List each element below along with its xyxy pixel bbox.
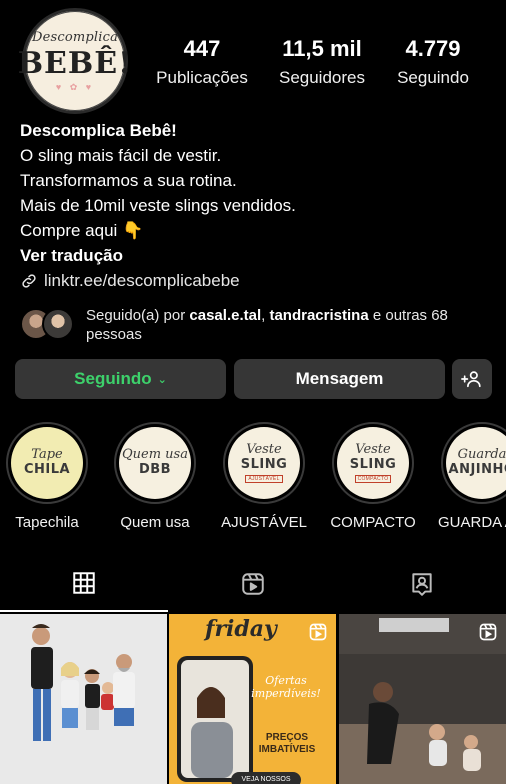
highlight-title: Quem usa xyxy=(120,514,190,531)
posts-grid: friday Ofertas imperdíveis! PREÇOS IMBAT… xyxy=(0,614,506,784)
post-banner-text: friday xyxy=(205,616,277,642)
highlight-guarda-anjinho[interactable]: Guarda ANJINHO GUARDA A xyxy=(438,422,506,531)
following-count: 4.779 xyxy=(405,36,461,61)
highlight-cover-line1: Tape xyxy=(31,447,63,462)
message-button[interactable]: Mensagem xyxy=(234,359,445,399)
stat-following[interactable]: 4.779 Seguindo xyxy=(385,36,481,88)
tab-tagged[interactable] xyxy=(338,556,506,612)
highlight-title: GUARDA A xyxy=(438,514,506,531)
following-button-label: Seguindo xyxy=(74,369,152,388)
highlight-cover-line1: Veste xyxy=(246,442,282,457)
follower-username: tandracristina xyxy=(269,307,369,324)
highlight-cover-line1: Guarda xyxy=(457,447,506,462)
profile-bio: Descomplica Bebê! O sling mais fácil de … xyxy=(20,118,490,293)
highlight-ajustavel[interactable]: Veste SLING AJUSTÁVEL AJUSTÁVEL xyxy=(221,422,307,531)
follower-avatar xyxy=(42,308,74,340)
highlight-cover: Quem usa DBB xyxy=(119,427,191,499)
highlight-ring: Quem usa DBB xyxy=(114,422,196,504)
stat-followers[interactable]: 11,5 mil Seguidores xyxy=(266,36,378,88)
reel-badge-icon xyxy=(479,623,497,641)
following-label: Seguindo xyxy=(397,68,469,87)
followed-by-prefix: Seguido(a) por xyxy=(86,307,190,324)
profile-tabs xyxy=(0,556,506,612)
follower-username: casal.e.tal xyxy=(189,307,262,324)
bio-link-text: linktr.ee/descomplicabebe xyxy=(44,271,240,290)
highlight-cover: Guarda ANJINHO xyxy=(446,427,506,499)
message-button-label: Mensagem xyxy=(295,369,384,388)
reel-badge-icon xyxy=(309,623,327,641)
highlight-cover-line1: Veste xyxy=(355,442,391,457)
chevron-down-icon: ⌄ xyxy=(157,373,167,386)
highlight-ring: Veste SLING COMPACTO xyxy=(332,422,414,504)
post-thumbnail[interactable] xyxy=(0,614,167,784)
posts-count: 447 xyxy=(183,36,221,61)
post-cta: VEJA NOSSOS xyxy=(231,772,301,784)
highlight-tapechila[interactable]: Tape CHILA Tapechila xyxy=(4,422,90,531)
stat-posts[interactable]: 447 Publicações xyxy=(146,36,258,88)
tab-posts-grid[interactable] xyxy=(0,556,168,612)
followed-by[interactable]: Seguido(a) por casal.e.tal, tandracristi… xyxy=(20,306,490,346)
bio-link[interactable]: linktr.ee/descomplicabebe xyxy=(20,268,490,293)
highlight-cover: Tape CHILA xyxy=(11,427,83,499)
avatar-brand-line1: Descomplica xyxy=(31,29,119,45)
bio-line: Compre aqui 👇 xyxy=(20,221,144,240)
highlight-cover-line2: SLING xyxy=(240,457,288,472)
add-user-button[interactable] xyxy=(452,359,492,399)
post-price-text: PREÇOS IMBATÍVEIS xyxy=(258,732,316,755)
highlight-cover-line2: ANJINHO xyxy=(448,462,506,477)
highlight-ring: Veste SLING AJUSTÁVEL xyxy=(223,422,305,504)
family-illustration xyxy=(0,614,167,784)
post-thumbnail[interactable] xyxy=(339,614,506,784)
highlight-title: COMPACTO xyxy=(330,514,416,531)
followers-label: Seguidores xyxy=(278,68,365,87)
highlight-ring: Guarda ANJINHO xyxy=(441,422,506,504)
followed-by-text: Seguido(a) por casal.e.tal, tandracristi… xyxy=(86,306,490,344)
profile-header: Descomplica BEBÊ! ♥ ✿ ♥ 447 Publicações … xyxy=(0,0,506,120)
post-offer-text: Ofertas imperdíveis! xyxy=(251,674,321,700)
avatar-decoration: ♥ ✿ ♥ xyxy=(55,81,95,92)
highlight-cover: Veste SLING AJUSTÁVEL xyxy=(228,427,300,499)
highlight-title: AJUSTÁVEL xyxy=(221,514,307,531)
tagged-icon xyxy=(412,573,432,596)
highlight-stamp: COMPACTO xyxy=(354,475,392,483)
tab-reels[interactable] xyxy=(169,556,337,612)
highlight-cover-line2: DBB xyxy=(138,462,172,477)
bio-line: Mais de 10mil veste slings vendidos. xyxy=(20,196,296,215)
grid-icon xyxy=(73,572,95,594)
add-user-icon xyxy=(461,371,481,388)
highlight-compacto[interactable]: Veste SLING COMPACTO COMPACTO xyxy=(330,422,416,531)
highlight-cover: Veste SLING COMPACTO xyxy=(337,427,409,499)
highlight-cover-line2: CHILA xyxy=(23,462,71,477)
bio-line: O sling mais fácil de vestir. xyxy=(20,146,222,165)
reels-icon xyxy=(242,573,264,595)
highlight-cover-line2: SLING xyxy=(349,457,397,472)
see-translation-link[interactable]: Ver tradução xyxy=(20,243,490,268)
highlight-cover-line1: Quem usa xyxy=(122,447,188,462)
profile-avatar[interactable]: Descomplica BEBÊ! ♥ ✿ ♥ xyxy=(18,8,131,114)
highlight-ring: Tape CHILA xyxy=(6,422,88,504)
posts-label: Publicações xyxy=(156,68,248,87)
avatar-brand-line2: BEBÊ! xyxy=(17,45,133,81)
post-thumbnail[interactable]: friday Ofertas imperdíveis! PREÇOS IMBAT… xyxy=(169,614,336,784)
link-icon xyxy=(22,273,36,288)
profile-name: Descomplica Bebê! xyxy=(20,121,177,140)
highlight-quem-usa[interactable]: Quem usa DBB Quem usa xyxy=(112,422,198,531)
followers-count: 11,5 mil xyxy=(282,36,362,61)
bio-line: Transformamos a sua rotina. xyxy=(20,171,237,190)
highlight-title: Tapechila xyxy=(15,514,79,531)
following-button[interactable]: Seguindo ⌄ xyxy=(15,359,226,399)
highlight-stamp: AJUSTÁVEL xyxy=(245,475,283,483)
